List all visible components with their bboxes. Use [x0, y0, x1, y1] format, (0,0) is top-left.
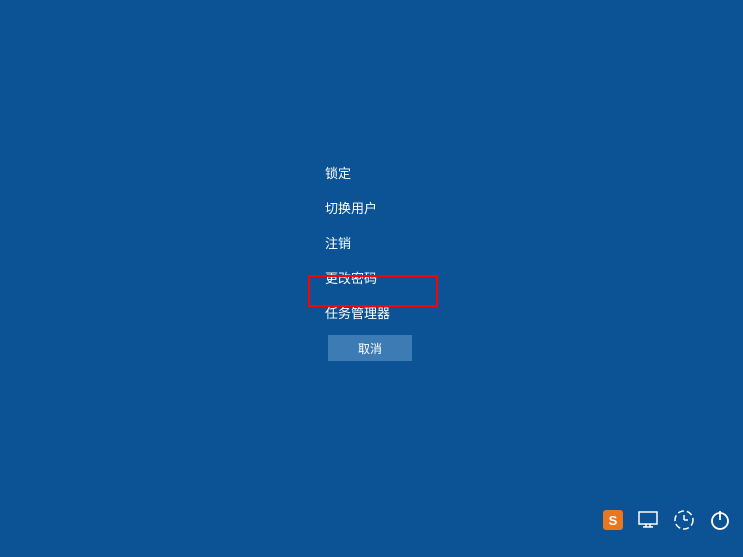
- system-tray: S: [603, 509, 731, 531]
- ime-sogou-icon[interactable]: S: [603, 510, 623, 530]
- monitor-icon: [637, 510, 659, 530]
- cancel-button[interactable]: 取消: [328, 335, 412, 361]
- ease-of-access-icon[interactable]: [673, 509, 695, 531]
- network-icon[interactable]: [637, 510, 659, 530]
- change-password-option[interactable]: 更改密码: [325, 260, 445, 295]
- power-button-icon: [709, 509, 731, 531]
- security-options-menu: 锁定 切换用户 注销 更改密码 任务管理器: [325, 155, 445, 330]
- accessibility-icon: [673, 509, 695, 531]
- sign-out-option[interactable]: 注销: [325, 225, 445, 260]
- lock-option[interactable]: 锁定: [325, 155, 445, 190]
- sogou-icon: S: [603, 510, 623, 530]
- task-manager-option[interactable]: 任务管理器: [325, 295, 445, 330]
- power-icon[interactable]: [709, 509, 731, 531]
- sogou-icon-label: S: [609, 513, 618, 528]
- switch-user-option[interactable]: 切换用户: [325, 190, 445, 225]
